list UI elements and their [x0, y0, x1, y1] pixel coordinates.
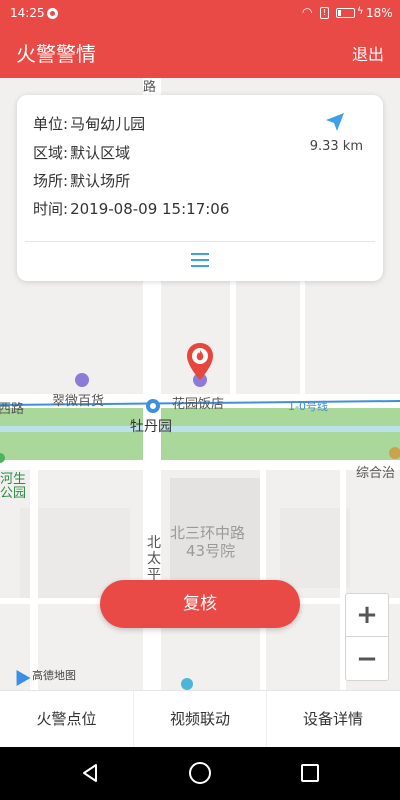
unit-label: 单位: [33, 115, 69, 133]
distance-value: 9.33 km [309, 139, 363, 154]
wifi-icon: ◠ [302, 5, 313, 19]
tab-video-linkage[interactable]: 视频联动 [133, 691, 266, 748]
app-bar: 火警警情 退出 [0, 26, 400, 78]
status-time: 14:25 [10, 6, 45, 20]
battery-percent: 18% [366, 6, 393, 20]
page-title: 火警警情 [16, 42, 96, 66]
map-provider-name: 高德地图 [32, 669, 76, 682]
fire-location-marker-icon[interactable] [186, 342, 214, 382]
recent-apps-icon[interactable] [301, 764, 319, 782]
status-bar: 14:25 ◠ ! ϟ 18% [0, 0, 400, 26]
tab-fire-location[interactable]: 火警点位 [0, 691, 133, 748]
back-icon[interactable] [80, 763, 100, 783]
place-row: 场所: 默认场所 [33, 170, 130, 191]
map-label-park-2: 公园 [0, 486, 27, 501]
map-label-metro-line: 1-0号线 [288, 400, 328, 413]
navigation-arrow-icon[interactable] [324, 111, 346, 133]
map-label-station: 牡丹园 [130, 419, 172, 435]
zoom-control: + − [345, 593, 389, 681]
place-label: 场所: [33, 172, 69, 190]
area-value: 默认区域 [70, 144, 131, 162]
alarm-info-card: 单位: 马甸幼儿园 区域: 默认区域 场所: 默认场所 时间: 2019-08-09 1… [17, 95, 383, 281]
unit-row: 单位: 马甸幼儿园 [33, 113, 145, 134]
map-label-road: 路 [143, 80, 157, 95]
notification-icon: ! [320, 7, 329, 19]
card-divider [25, 241, 375, 242]
place-value: 默认场所 [70, 172, 131, 190]
review-button[interactable]: 复核 [100, 580, 300, 628]
unit-value: 马甸幼儿园 [70, 115, 146, 133]
map-provider-logo: 高德地图 [9, 665, 76, 687]
map-label-block-2: 43号院 [186, 542, 236, 560]
time-value: 2019-08-09 15:17:06 [70, 200, 230, 218]
map-label-complex: 综合治 [356, 466, 396, 481]
map-label-road-west: 西路 [0, 402, 25, 417]
record-icon [47, 8, 58, 19]
map-label-store: 翠微百货 [52, 394, 105, 409]
home-icon[interactable] [189, 762, 211, 784]
map-label-restaurant: 花园饭店 [172, 397, 225, 412]
area-label: 区域: [33, 144, 69, 162]
time-row: 时间: 2019-08-09 15:17:06 [33, 198, 229, 219]
time-label: 时间: [33, 200, 69, 218]
system-navigation-bar [0, 747, 400, 800]
zoom-out-button[interactable]: − [346, 638, 388, 681]
charging-icon: ϟ [357, 6, 364, 17]
zoom-in-button[interactable]: + [346, 594, 388, 637]
area-row: 区域: 默认区域 [33, 142, 130, 163]
battery-icon [336, 8, 355, 18]
menu-icon[interactable] [191, 253, 209, 267]
tab-device-details[interactable]: 设备详情 [266, 691, 399, 748]
bottom-tab-bar: 火警点位 视频联动 设备详情 [0, 690, 400, 748]
logout-button[interactable]: 退出 [352, 41, 384, 65]
battery-fill [338, 10, 342, 16]
